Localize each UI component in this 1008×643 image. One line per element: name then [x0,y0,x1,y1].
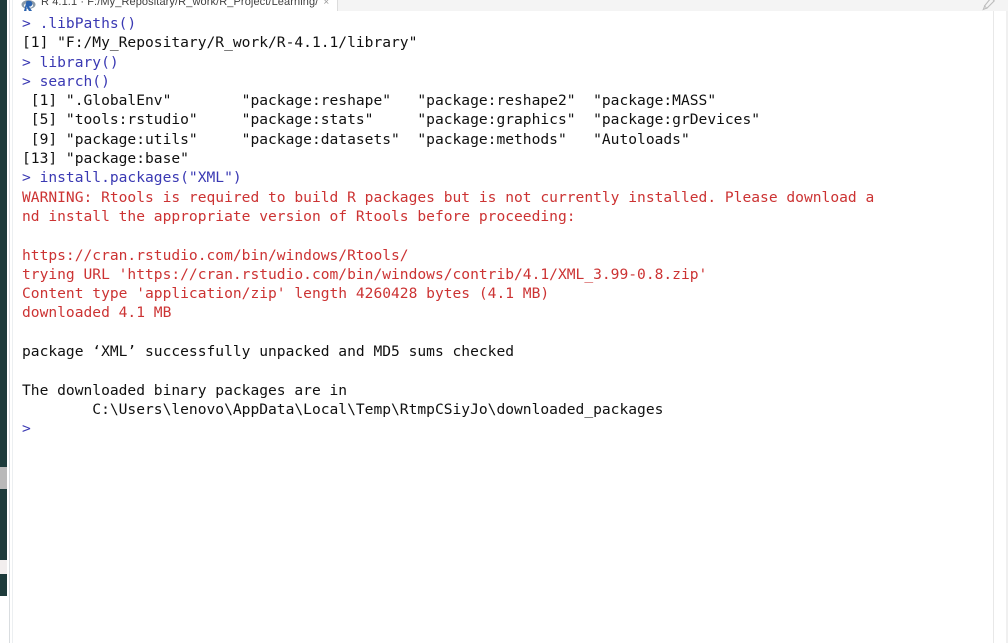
console-error-line: downloaded 4.1 MB [22,304,172,322]
console-error-line: trying URL 'https://cran.rstudio.com/bin… [22,265,708,283]
console-command-line: > [22,420,40,438]
console-command-line: > search() [22,72,110,90]
tab-console[interactable]: R 4.1.1 · F:/My_Repositary/R_work/R_Proj… [13,0,339,11]
console-error-line: WARNING: Rtools is required to build R p… [22,188,875,206]
console-output-line: [1] "F:/My_Repositary/R_work/R-4.1.1/lib… [22,34,418,52]
adjacent-pane-strip [0,0,7,643]
console-output-region[interactable]: > .libPaths() [1] "F:/My_Repositary/R_wor… [13,11,994,643]
rstudio-console-pane: R 4.1.1 · F:/My_Repositary/R_work/R_Proj… [0,0,1008,643]
console-error-line: nd install the appropriate version of Rt… [22,207,576,225]
console-line-list: > .libPaths() [1] "F:/My_Repositary/R_wor… [13,11,994,439]
adjacent-pane-strip-gap [0,467,7,489]
console-command-line: > install.packages("XML") [22,169,242,187]
console-output-line: The downloaded binary packages are in [22,381,348,399]
tab-console-label: R 4.1.1 · F:/My_Repositary/R_work/R_Proj… [41,0,319,8]
console-error-line: Content type 'application/zip' length 42… [22,285,550,303]
r-logo-icon [21,0,36,11]
console-output-line: [1] ".GlobalEnv" "package:reshape" "pack… [22,92,717,110]
console-output-line: [9] "package:utils" "package:datasets" "… [22,130,690,148]
broom-icon[interactable] [980,0,996,11]
close-icon[interactable]: × [323,0,329,8]
console-vertical-scrollbar[interactable] [993,11,1008,643]
console-output-line: C:\Users\lenovo\AppData\Local\Temp\RtmpC… [22,400,664,418]
console-output-line: package ‘XML’ successfully unpacked and … [22,343,515,361]
console-error-line: https://cran.rstudio.com/bin/windows/Rto… [22,246,409,264]
pane-divider-left [9,0,10,643]
adjacent-pane-strip-bottom [0,596,7,643]
adjacent-pane-strip-gap-lower [0,560,7,574]
console-command-line: > .libPaths() [22,15,137,32]
console-command-line: > library() [22,53,119,71]
console-output-line: [13] "package:base" [22,150,189,168]
console-output-line: [5] "tools:rstudio" "package:stats" "pac… [22,111,761,129]
